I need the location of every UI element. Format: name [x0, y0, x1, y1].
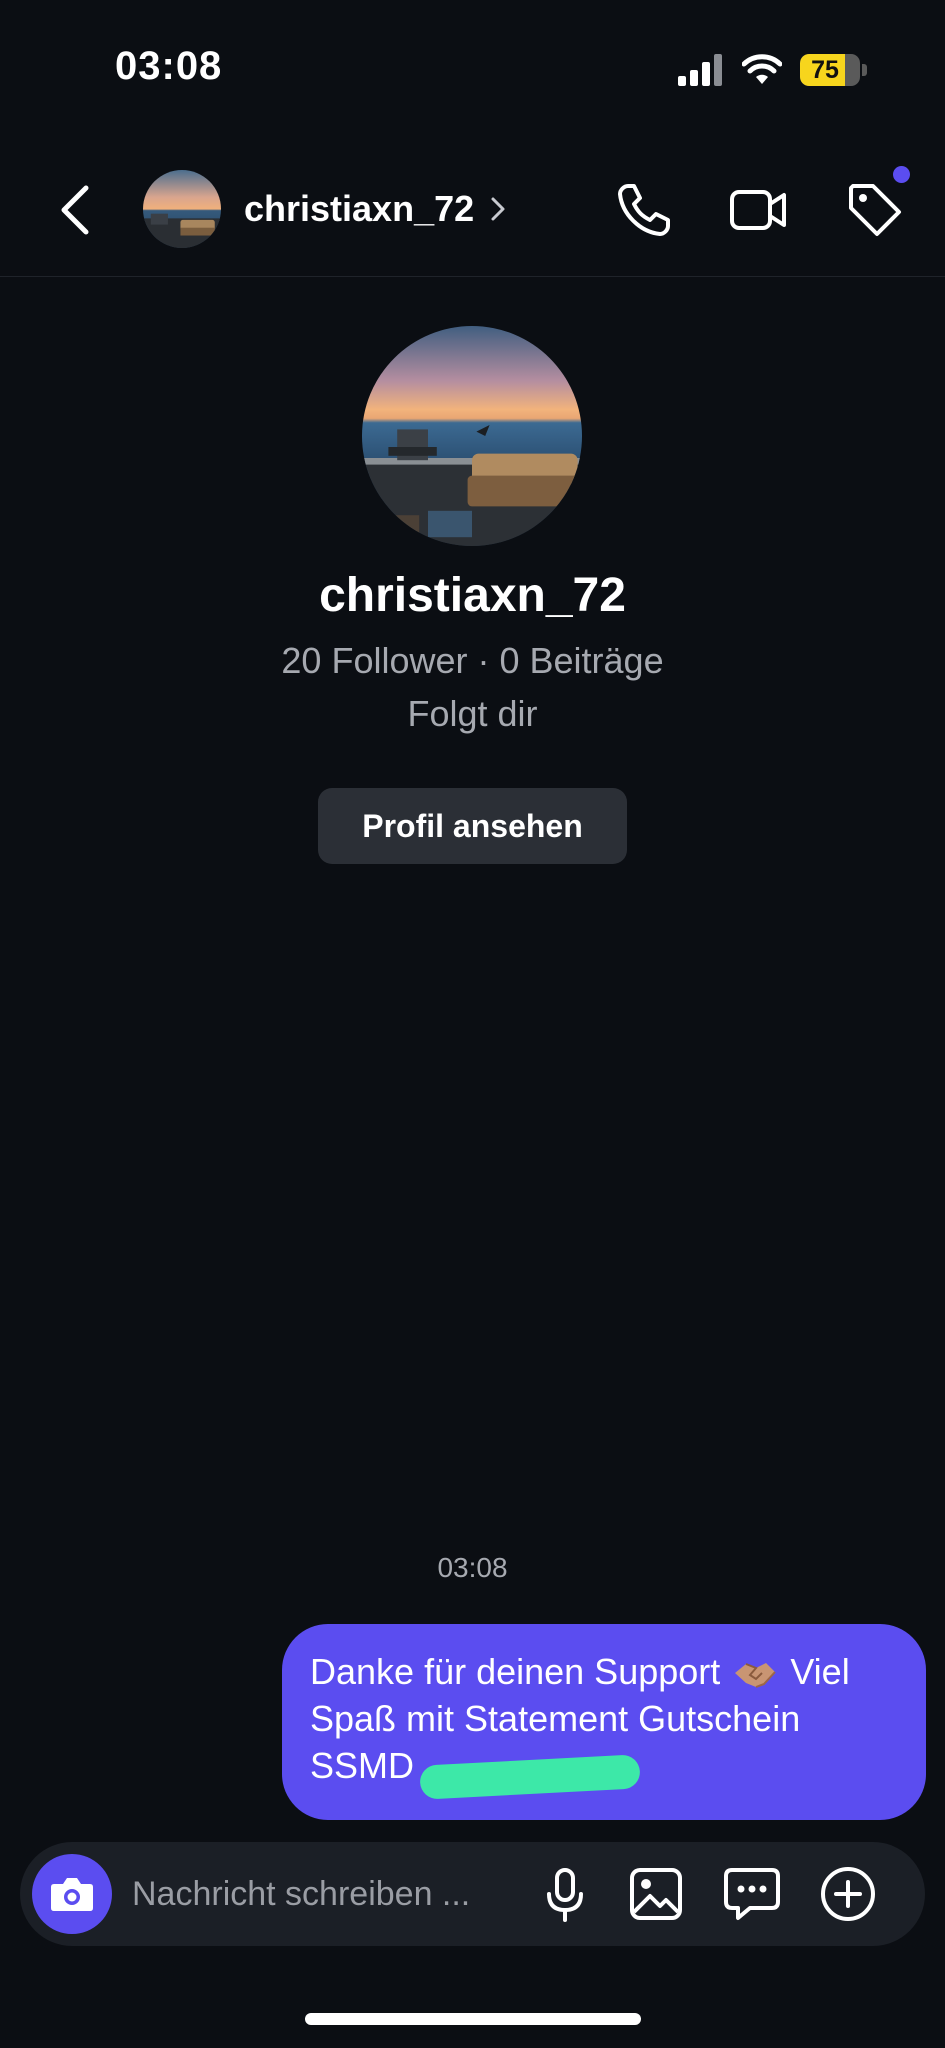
notification-dot — [893, 166, 910, 183]
status-time: 03:08 — [115, 44, 223, 88]
chevron-right-icon — [491, 197, 505, 221]
message-text-part-1: Danke für deinen Support — [310, 1651, 721, 1692]
message-input[interactable] — [132, 1868, 532, 1920]
redaction-scribble — [419, 1754, 641, 1800]
camera-button[interactable] — [32, 1854, 112, 1934]
cellular-signal-icon — [678, 54, 722, 86]
battery-level-text: 75 — [811, 56, 839, 84]
profile-username: christiaxn_72 — [319, 569, 626, 622]
status-bar: 03:08 75 — [0, 0, 945, 140]
header-user-link[interactable]: christiaxn_72 — [244, 182, 508, 236]
battery-indicator: 75 — [800, 54, 868, 86]
chat-bubble-icon[interactable] — [722, 1864, 782, 1924]
header-avatar[interactable] — [143, 170, 221, 248]
phone-icon[interactable] — [614, 180, 674, 240]
avatar-image — [143, 170, 221, 248]
tag-icon[interactable] — [845, 180, 905, 240]
profile-avatar[interactable] — [362, 326, 582, 546]
header-username: christiaxn_72 — [244, 188, 475, 229]
outgoing-message-bubble[interactable]: Danke für deinen Support Viel Spaß mit S… — [282, 1624, 926, 1820]
gallery-icon[interactable] — [626, 1864, 686, 1924]
profile-stats: 20 Follower · 0 Beiträge — [281, 640, 664, 681]
camera-icon — [51, 1878, 93, 1911]
message-timestamp: 03:08 — [437, 1552, 508, 1583]
home-indicator[interactable] — [305, 2013, 641, 2025]
handshake-emoji-icon — [735, 1663, 777, 1689]
video-call-icon[interactable] — [728, 180, 788, 240]
microphone-icon[interactable] — [535, 1864, 595, 1924]
message-composer — [20, 1842, 925, 1946]
plus-icon[interactable] — [818, 1864, 878, 1924]
view-profile-button[interactable]: Profil ansehen — [318, 788, 627, 864]
chat-header: christiaxn_72 — [0, 140, 945, 277]
back-icon[interactable] — [52, 180, 102, 240]
profile-avatar-image — [362, 326, 582, 546]
follow-status: Folgt dir — [407, 693, 538, 734]
wifi-icon — [742, 54, 782, 84]
